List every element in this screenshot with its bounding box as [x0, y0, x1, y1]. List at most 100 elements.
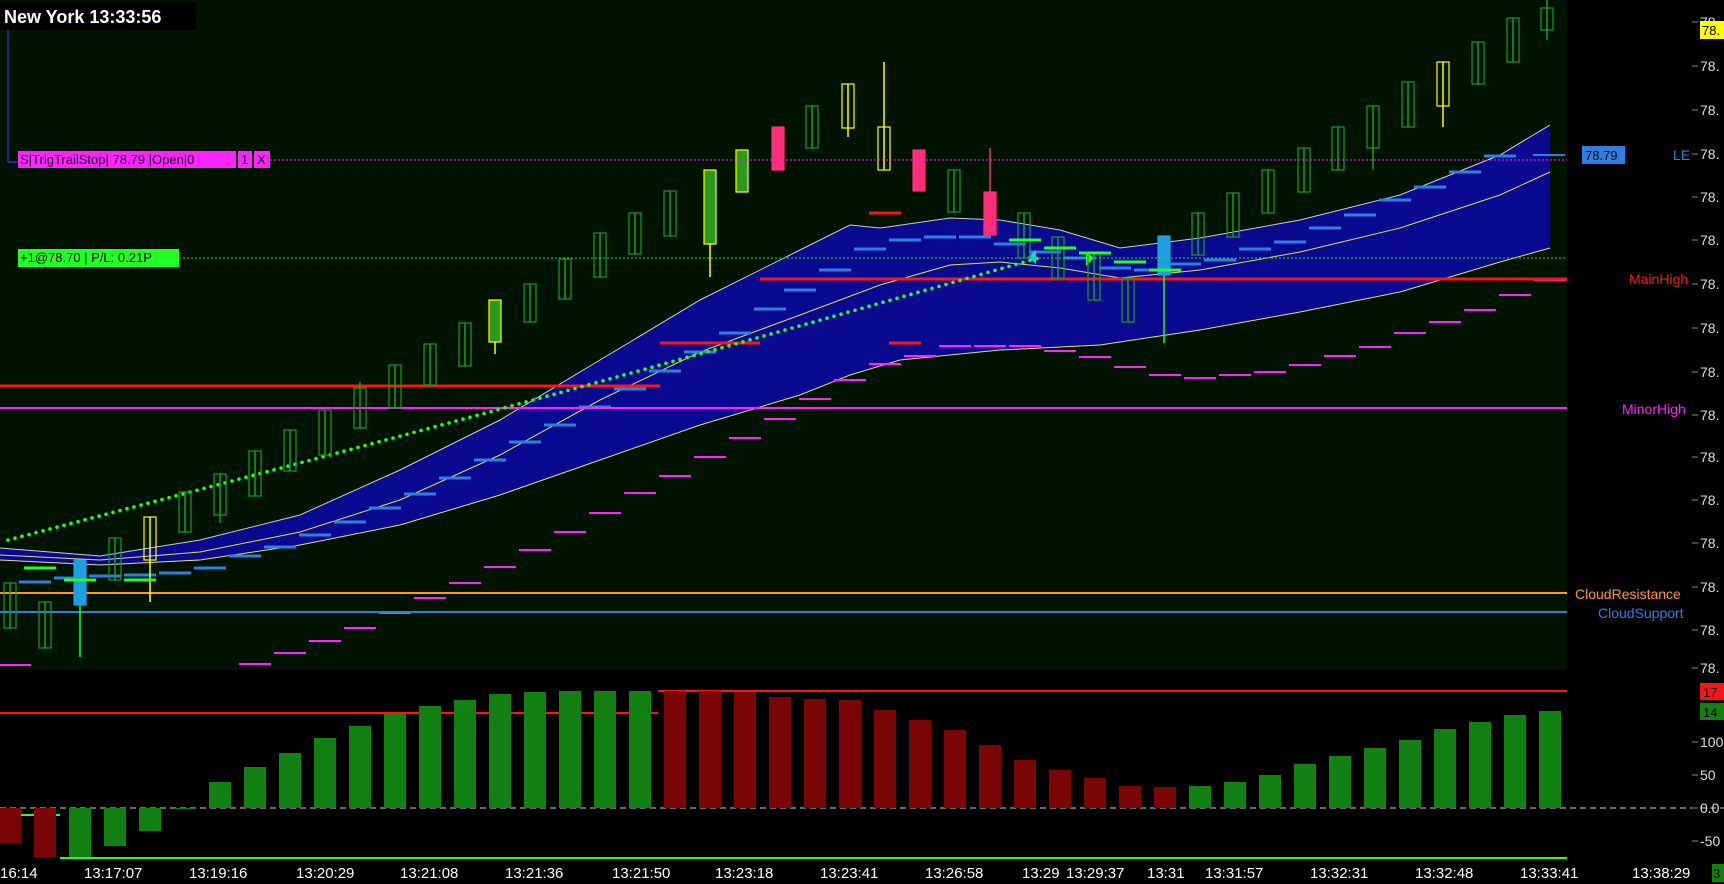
histogram-bar — [279, 753, 301, 808]
price-tick-label: 78. — [1700, 449, 1719, 465]
trail-dot — [1021, 260, 1025, 265]
trail-dot — [902, 294, 906, 299]
trail-dot — [90, 516, 94, 520]
price-tick-label: 78. — [1700, 660, 1719, 676]
trail-dot — [1014, 262, 1018, 267]
lower-tag-red-text: 17 — [1703, 685, 1717, 700]
trail-dot — [104, 512, 108, 517]
trail-dot — [692, 353, 696, 358]
price-tick-label: 78. — [1700, 146, 1719, 162]
price-tick-label: 78. — [1700, 58, 1719, 74]
histogram-bar — [979, 745, 1001, 808]
trail-dot — [76, 519, 80, 524]
trail-dot — [895, 296, 899, 301]
trail-dot — [454, 419, 458, 423]
trail-dot — [776, 330, 780, 334]
le-label: LE — [1673, 147, 1690, 163]
price-tick-label: 78. — [1700, 364, 1719, 380]
trail-dot — [6, 538, 10, 542]
lower-tick-label: 50 — [1700, 767, 1716, 783]
trail-dot — [146, 501, 150, 505]
candle-body — [703, 169, 717, 245]
trail-dot — [958, 278, 962, 283]
trail-dot — [559, 390, 563, 395]
trail-dot — [461, 417, 465, 421]
trail-dot — [139, 503, 143, 507]
last-price-text: 78. — [1702, 23, 1720, 38]
time-tick-label: 13:23:18 — [715, 865, 773, 882]
trail-dot — [475, 413, 479, 418]
trail-dot — [867, 304, 871, 309]
stop-order-close-button[interactable]: X — [257, 152, 266, 167]
position-tag[interactable]: +1@78.70 | P/L: 0.21P — [18, 249, 179, 267]
minor-high-label: MinorHigh — [1622, 401, 1686, 417]
stop-order-qty[interactable]: 1 — [241, 152, 248, 167]
trail-dot — [979, 272, 983, 277]
histogram-bar — [629, 691, 651, 808]
trail-dot — [566, 388, 570, 393]
trail-dot — [335, 451, 339, 455]
histogram-bar — [664, 691, 686, 808]
trail-dot — [125, 506, 129, 511]
time-tick-label: 13:33:41 — [1520, 865, 1578, 882]
le-price-text: 78.79 — [1585, 148, 1618, 163]
trail-dot — [993, 268, 997, 273]
trail-dot — [503, 405, 507, 410]
trail-dot — [1000, 266, 1004, 271]
trail-dot — [587, 382, 591, 387]
trail-dot — [55, 525, 59, 529]
trail-dot — [314, 456, 318, 461]
trail-dot — [209, 484, 213, 489]
price-tick-label: 78. — [1700, 320, 1719, 336]
lower-pane-background — [0, 669, 1724, 859]
time-tick-label: 13:20:29 — [296, 865, 354, 882]
trail-dot — [643, 367, 647, 371]
stop-order-tag[interactable]: S|TrigTrailStop| 78.79 |Open|0 1 X — [18, 151, 270, 168]
trail-dot — [118, 508, 122, 513]
trail-dot — [426, 426, 430, 431]
time-axis-last-tag-text: 3 — [1713, 866, 1720, 881]
price-tick-label: 78. — [1700, 189, 1719, 205]
price-tick-label: 78. — [1700, 492, 1719, 508]
histogram-bar — [454, 700, 476, 808]
trail-dot — [41, 529, 45, 533]
trail-dot — [202, 486, 206, 491]
trail-dot — [881, 300, 885, 305]
trail-dot — [762, 334, 766, 338]
trail-dot — [440, 422, 444, 427]
trail-dot — [804, 322, 808, 326]
trail-dot — [909, 292, 913, 297]
trail-dot — [965, 276, 969, 281]
trail-dot — [622, 373, 626, 377]
lower-tick-label: 0.0 — [1700, 800, 1720, 816]
trail-dot — [405, 432, 409, 437]
histogram-bar — [909, 720, 931, 808]
chart-canvas: New York 13:33:56 S|TrigTrailStop| 78.79… — [0, 0, 1724, 884]
trail-dot — [741, 340, 745, 344]
time-tick-label: 13:19:16 — [189, 865, 247, 882]
trail-dot — [160, 497, 164, 502]
trail-dot — [650, 365, 654, 370]
trail-dot — [384, 438, 388, 442]
histogram-bar — [1224, 782, 1246, 808]
trail-dot — [510, 403, 514, 408]
trail-dot — [552, 392, 556, 397]
trail-dot — [923, 288, 927, 293]
trail-dot — [433, 424, 437, 429]
trail-dot — [699, 351, 703, 356]
trail-dot — [34, 530, 38, 535]
trail-dot — [412, 430, 416, 435]
trail-dot — [937, 284, 941, 289]
trail-dot — [419, 428, 423, 433]
position-text: +1@78.70 | P/L: 0.21P — [20, 250, 152, 265]
histogram-bar — [349, 726, 371, 808]
trail-dot — [244, 475, 248, 480]
candle-body — [912, 149, 926, 192]
trail-dot — [790, 326, 794, 330]
trail-dot — [853, 308, 857, 313]
trail-dot — [580, 384, 584, 389]
trail-dot — [713, 347, 717, 352]
histogram-bar — [34, 808, 56, 857]
histogram-bar — [1399, 740, 1421, 808]
trail-dot — [811, 320, 815, 324]
